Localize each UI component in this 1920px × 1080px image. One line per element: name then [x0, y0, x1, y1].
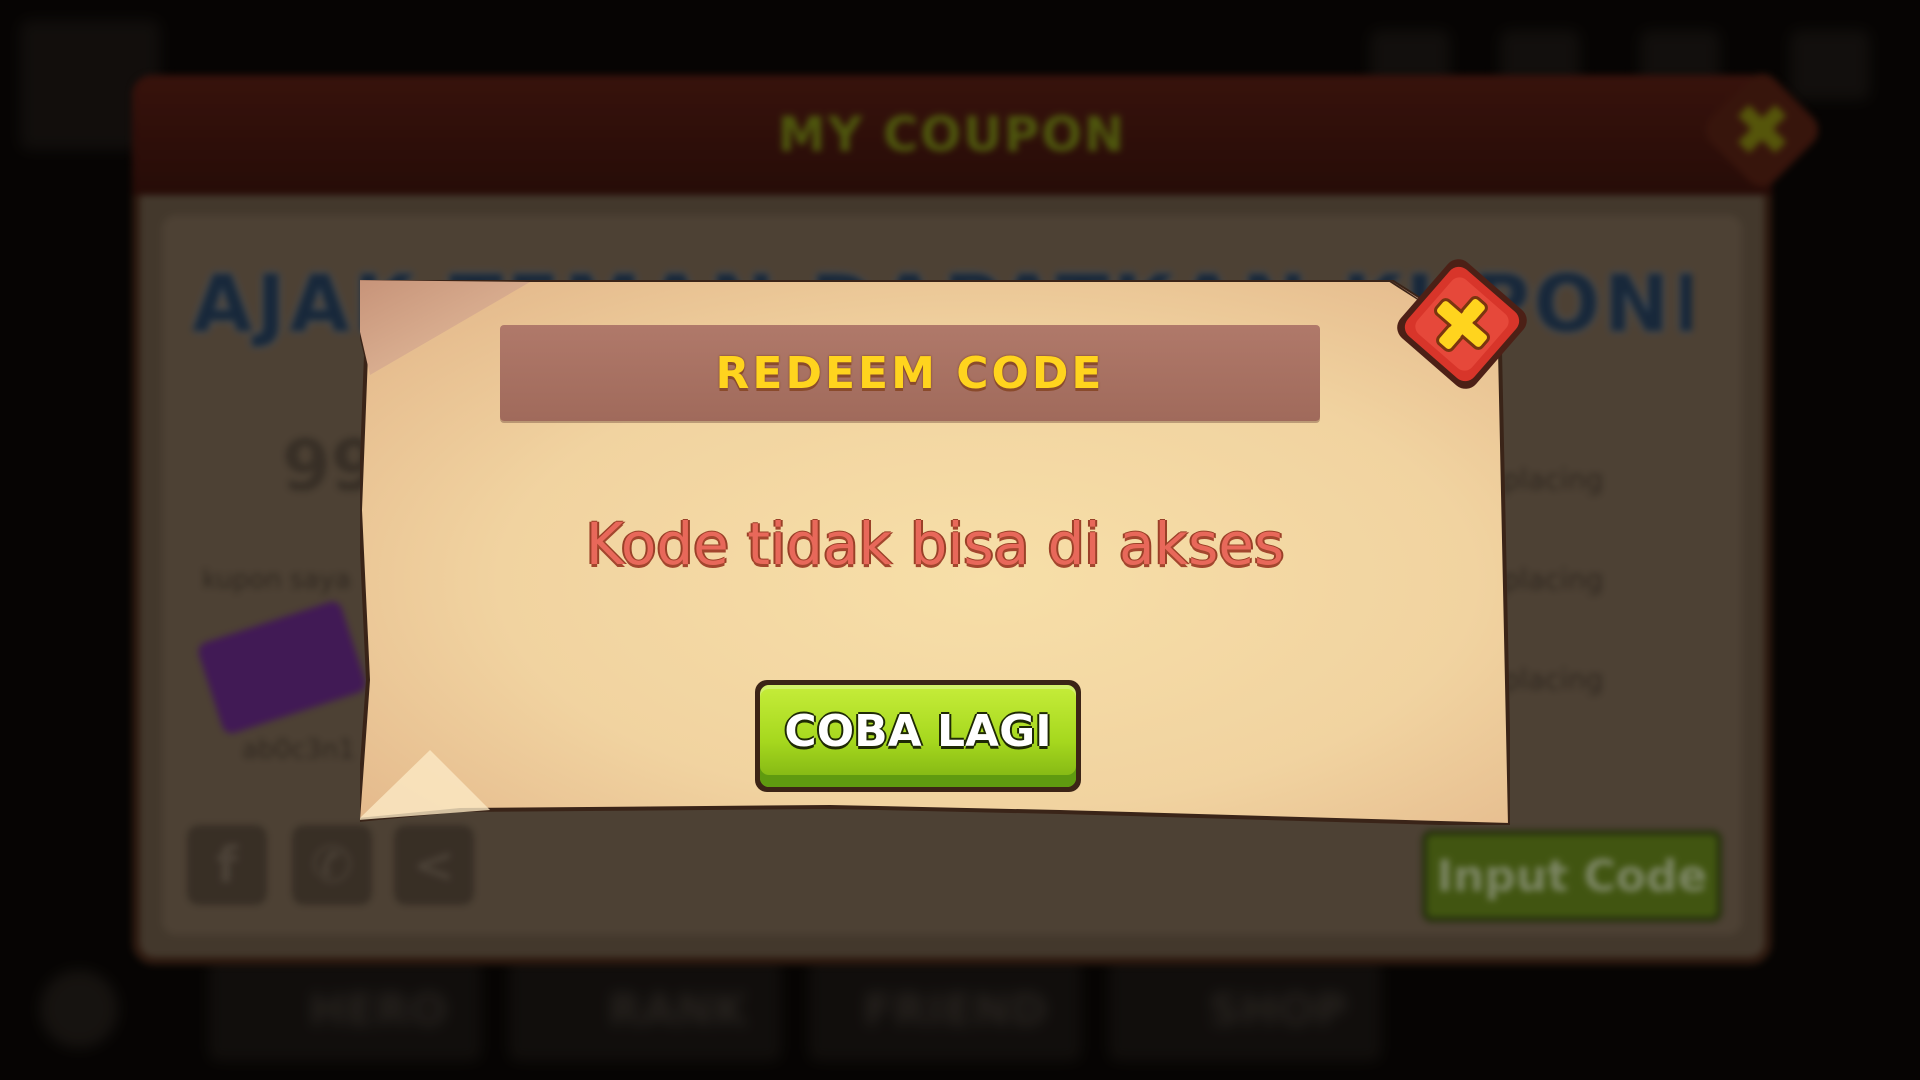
game-screen: HERO RANK FRIEND SHOP MY COUPON AJAK TEM…	[0, 0, 1920, 1080]
redeem-title-bar: REDEEM CODE	[500, 325, 1320, 421]
retry-button-face: COBA LAGI	[760, 685, 1076, 787]
retry-button[interactable]: COBA LAGI	[755, 680, 1081, 792]
retry-button-label: COBA LAGI	[784, 705, 1052, 757]
close-button[interactable]	[1397, 259, 1527, 389]
close-icon	[1397, 259, 1527, 389]
redeem-title: REDEEM CODE	[715, 347, 1105, 399]
error-message: Kode tidak bisa di akses	[585, 510, 1285, 578]
redeem-code-dialog: REDEEM CODE Kode tidak bisa di akses COB…	[360, 259, 1527, 825]
